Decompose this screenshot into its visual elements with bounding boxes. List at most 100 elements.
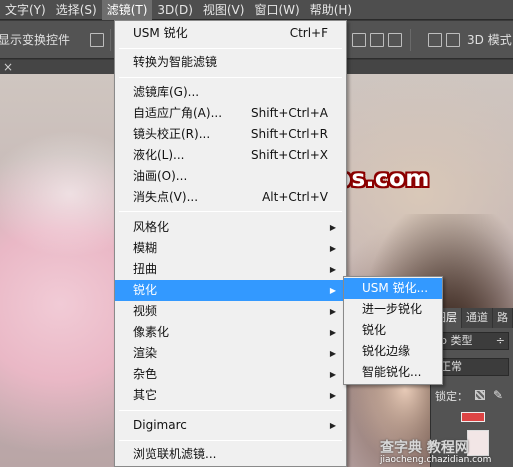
close-icon[interactable]: × (3, 60, 13, 74)
distribute-middle-icon[interactable] (370, 33, 384, 47)
menu-item-shortcut: Alt+Ctrl+V (262, 190, 328, 204)
lock-brush-icon[interactable]: ✎ (493, 388, 503, 402)
submenu-item-sharpen[interactable]: 锐化 (344, 320, 442, 341)
menu-item-render[interactable]: 渲染 ▶ (115, 343, 346, 364)
menu-item-label: 镜头校正(R)... (133, 127, 211, 141)
sharpen-submenu: USM 锐化... 进一步锐化 锐化 锐化边缘 智能锐化... (343, 276, 443, 385)
menu-view[interactable]: 视图(V) (198, 0, 250, 20)
menu-item-label: 像素化 (133, 325, 170, 339)
submenu-item-sharpen-more[interactable]: 进一步锐化 (344, 299, 442, 320)
submenu-item-label: 锐化边缘 (362, 344, 411, 358)
menu-item-label: USM 锐化 (133, 26, 188, 40)
3d-mode-label: 3D 模式： (467, 33, 513, 47)
submenu-item-sharpen-edges[interactable]: 锐化边缘 (344, 341, 442, 362)
menu-help[interactable]: 帮助(H) (305, 0, 357, 20)
menu-item-label: Digimarc (133, 418, 187, 432)
menu-bar: 文字(Y) 选择(S) 滤镜(T) 3D(D) 视图(V) 窗口(W) 帮助(H… (0, 0, 513, 20)
submenu-arrow-icon: ▶ (329, 307, 336, 316)
menu-filter[interactable]: 滤镜(T) (101, 0, 153, 20)
menu-item-pixelate[interactable]: 像素化 ▶ (115, 322, 346, 343)
menu-item-label: 液化(L)... (133, 148, 185, 162)
menu-item-oil-paint[interactable]: 油画(O)... (115, 166, 346, 187)
menu-item-label: 其它 (133, 388, 158, 402)
submenu-arrow-icon: ▶ (329, 328, 336, 337)
layer-thumbnail[interactable] (461, 412, 485, 422)
menu-type[interactable]: 文字(Y) (0, 0, 51, 20)
menu-item-distort[interactable]: 扭曲 ▶ (115, 259, 346, 280)
menu-divider (119, 211, 342, 212)
submenu-arrow-icon: ▶ (329, 421, 336, 430)
menu-item-label: 油画(O)... (133, 169, 188, 183)
menu-item-shortcut: Shift+Ctrl+X (251, 148, 328, 162)
submenu-item-smart-sharpen[interactable]: 智能锐化... (344, 362, 442, 383)
menu-item-shortcut: Ctrl+F (289, 26, 328, 40)
submenu-item-label: 智能锐化... (362, 365, 422, 379)
separator (410, 29, 411, 51)
submenu-arrow-icon: ▶ (329, 265, 336, 274)
menu-item-label: 杂色 (133, 367, 158, 381)
menu-item-browse-online-filters[interactable]: 浏览联机滤镜... (115, 444, 346, 465)
panel-tabs: 图层 通道 路 (431, 308, 513, 328)
distribute-right-icon[interactable] (446, 33, 460, 47)
menu-item-filter-gallery[interactable]: 滤镜库(G)... (115, 82, 346, 103)
distribute-top-icon[interactable] (352, 33, 366, 47)
menu-item-digimarc[interactable]: Digimarc ▶ (115, 415, 346, 436)
menu-item-label: 视频 (133, 304, 158, 318)
menu-item-adaptive-wide-angle[interactable]: 自适应广角(A)... Shift+Ctrl+A (115, 103, 346, 124)
kind-filter-select[interactable]: ρ 类型 ÷ (435, 332, 509, 350)
separator (110, 29, 111, 51)
distribute-bottom-icon[interactable] (388, 33, 402, 47)
submenu-arrow-icon: ▶ (329, 223, 336, 232)
submenu-arrow-icon: ▶ (329, 349, 336, 358)
menu-item-lens-correction[interactable]: 镜头校正(R)... Shift+Ctrl+R (115, 124, 346, 145)
lock-transparency-icon[interactable] (475, 390, 485, 400)
submenu-item-label: USM 锐化... (362, 281, 429, 295)
menu-item-shortcut: Shift+Ctrl+R (250, 127, 328, 141)
dropdown-arrow-icon: ÷ (495, 334, 505, 347)
menu-item-label: 扭曲 (133, 262, 158, 276)
kind-filter-value: 类型 (450, 334, 473, 347)
align-icon[interactable] (90, 33, 104, 47)
menu-item-label: 模糊 (133, 241, 158, 255)
menu-item-video[interactable]: 视频 ▶ (115, 301, 346, 322)
menu-item-blur[interactable]: 模糊 ▶ (115, 238, 346, 259)
menu-item-liquify[interactable]: 液化(L)... Shift+Ctrl+X (115, 145, 346, 166)
blend-mode-select[interactable]: 正常 (435, 358, 509, 376)
submenu-arrow-icon: ▶ (329, 244, 336, 253)
menu-item-label: 渲染 (133, 346, 158, 360)
menu-divider (119, 440, 342, 441)
menu-item-other[interactable]: 其它 ▶ (115, 385, 346, 406)
menu-item-shortcut: Shift+Ctrl+A (251, 106, 328, 120)
tab-paths[interactable]: 路 (493, 308, 513, 328)
menu-item-sharpen[interactable]: 锐化 ▶ (115, 280, 346, 301)
distribute-left-icon[interactable] (428, 33, 442, 47)
menu-item-label: 自适应广角(A)... (133, 106, 223, 120)
submenu-arrow-icon: ▶ (329, 391, 336, 400)
tab-channels[interactable]: 通道 (462, 308, 493, 328)
site-url: jiaocheng.chazidian.com (380, 455, 492, 465)
menu-item-stylize[interactable]: 风格化 ▶ (115, 217, 346, 238)
menu-select[interactable]: 选择(S) (51, 0, 102, 20)
submenu-item-usm-sharpen[interactable]: USM 锐化... (344, 278, 442, 299)
menu-item-label: 锐化 (133, 283, 158, 297)
menu-item-label: 转换为智能滤镜 (133, 55, 218, 69)
menu-3d[interactable]: 3D(D) (152, 0, 197, 20)
menu-divider (119, 77, 342, 78)
menu-window[interactable]: 窗口(W) (249, 0, 304, 20)
submenu-item-label: 锐化 (362, 323, 387, 337)
layer-thumbnail-2[interactable] (467, 430, 489, 456)
menu-item-vanishing-point[interactable]: 消失点(V)... Alt+Ctrl+V (115, 187, 346, 208)
submenu-arrow-icon: ▶ (329, 286, 336, 295)
menu-item-noise[interactable]: 杂色 ▶ (115, 364, 346, 385)
menu-item-usm-sharpen-last[interactable]: USM 锐化 Ctrl+F (115, 23, 346, 44)
menu-item-label: 消失点(V)... (133, 190, 199, 204)
submenu-item-label: 进一步锐化 (362, 302, 423, 316)
menu-divider (119, 410, 342, 411)
menu-item-label: 滤镜库(G)... (133, 85, 200, 99)
filter-menu: USM 锐化 Ctrl+F 转换为智能滤镜 滤镜库(G)... 自适应广角(A)… (114, 20, 347, 467)
lock-label: 锁定： (435, 390, 468, 403)
menu-item-convert-smart-filter[interactable]: 转换为智能滤镜 (115, 52, 346, 73)
show-transform-controls[interactable]: 显示变换控件 (0, 21, 70, 59)
menu-item-label: 风格化 (133, 220, 170, 234)
submenu-arrow-icon: ▶ (329, 370, 336, 379)
